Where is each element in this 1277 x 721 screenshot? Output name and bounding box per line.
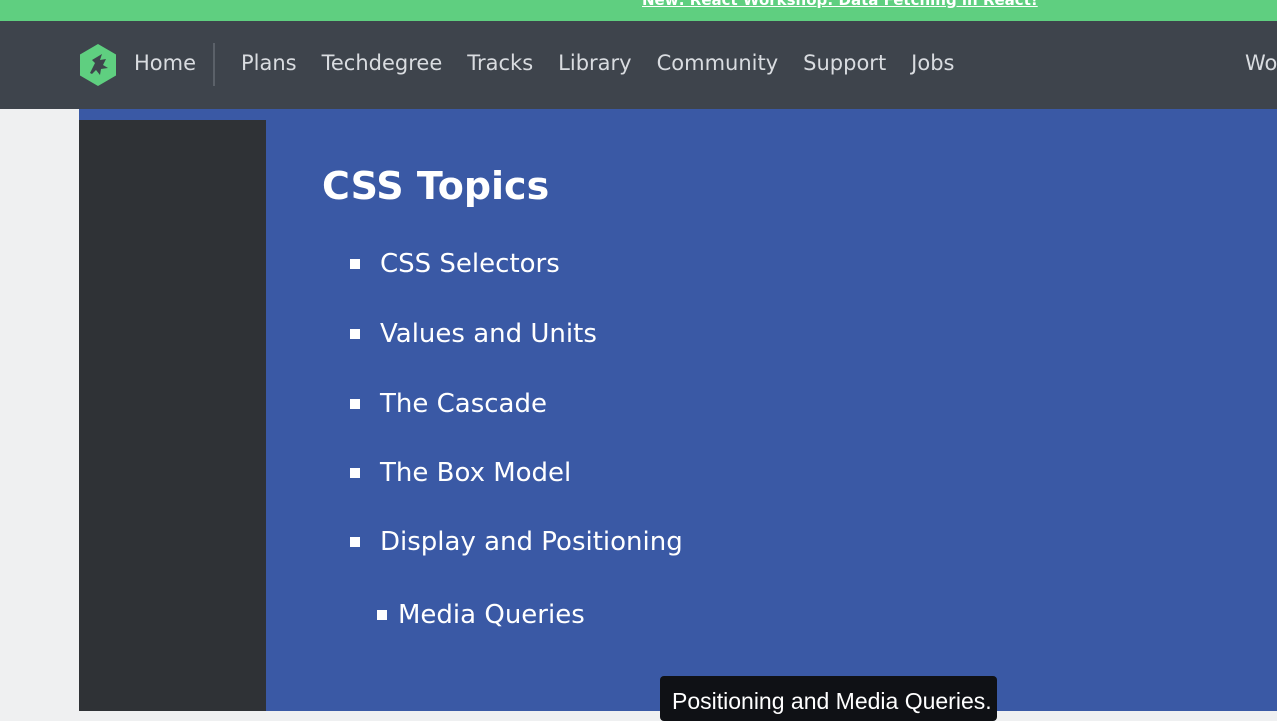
topic-label: Display and Positioning	[380, 527, 683, 557]
topic-item: Values and Units	[350, 319, 597, 349]
nav-links: Plans Techdegree Tracks Library Communit…	[241, 51, 979, 75]
nav-tracks[interactable]: Tracks	[467, 51, 533, 75]
slide-title: CSS Topics	[322, 164, 550, 208]
topic-label: Values and Units	[380, 319, 597, 349]
topic-label: The Cascade	[380, 389, 547, 419]
bullet-icon	[377, 610, 387, 620]
nav-community[interactable]: Community	[657, 51, 779, 75]
bullet-icon	[350, 468, 360, 478]
nav-jobs[interactable]: Jobs	[911, 51, 954, 75]
bullet-icon	[350, 537, 360, 547]
nav-library[interactable]: Library	[558, 51, 631, 75]
bullet-icon	[350, 399, 360, 409]
nav-plans[interactable]: Plans	[241, 51, 297, 75]
nav-right-link[interactable]: Wo	[1245, 51, 1277, 75]
topic-item: The Box Model	[350, 458, 571, 488]
video-side-panel	[79, 120, 266, 711]
announcement-bar: New: React Workshop: Data Fetching in Re…	[0, 0, 1277, 21]
topic-item: Display and Positioning	[350, 527, 683, 557]
video-caption: Positioning and Media Queries.	[660, 676, 997, 721]
announcement-link[interactable]: New: React Workshop: Data Fetching in Re…	[642, 0, 1038, 9]
bullet-icon	[350, 329, 360, 339]
nav-techdegree[interactable]: Techdegree	[322, 51, 443, 75]
topic-item: Media Queries	[377, 600, 585, 630]
bullet-icon	[350, 259, 360, 269]
nav-divider	[213, 43, 215, 86]
topic-item: The Cascade	[350, 389, 547, 419]
treehouse-logo-icon[interactable]	[78, 43, 118, 87]
topic-label: Media Queries	[398, 600, 585, 630]
nav-home[interactable]: Home	[134, 51, 196, 75]
topic-label: CSS Selectors	[380, 249, 560, 279]
topic-item: CSS Selectors	[350, 249, 560, 279]
top-navbar: Home Plans Techdegree Tracks Library Com…	[0, 21, 1277, 109]
nav-support[interactable]: Support	[803, 51, 886, 75]
topic-label: The Box Model	[380, 458, 572, 488]
